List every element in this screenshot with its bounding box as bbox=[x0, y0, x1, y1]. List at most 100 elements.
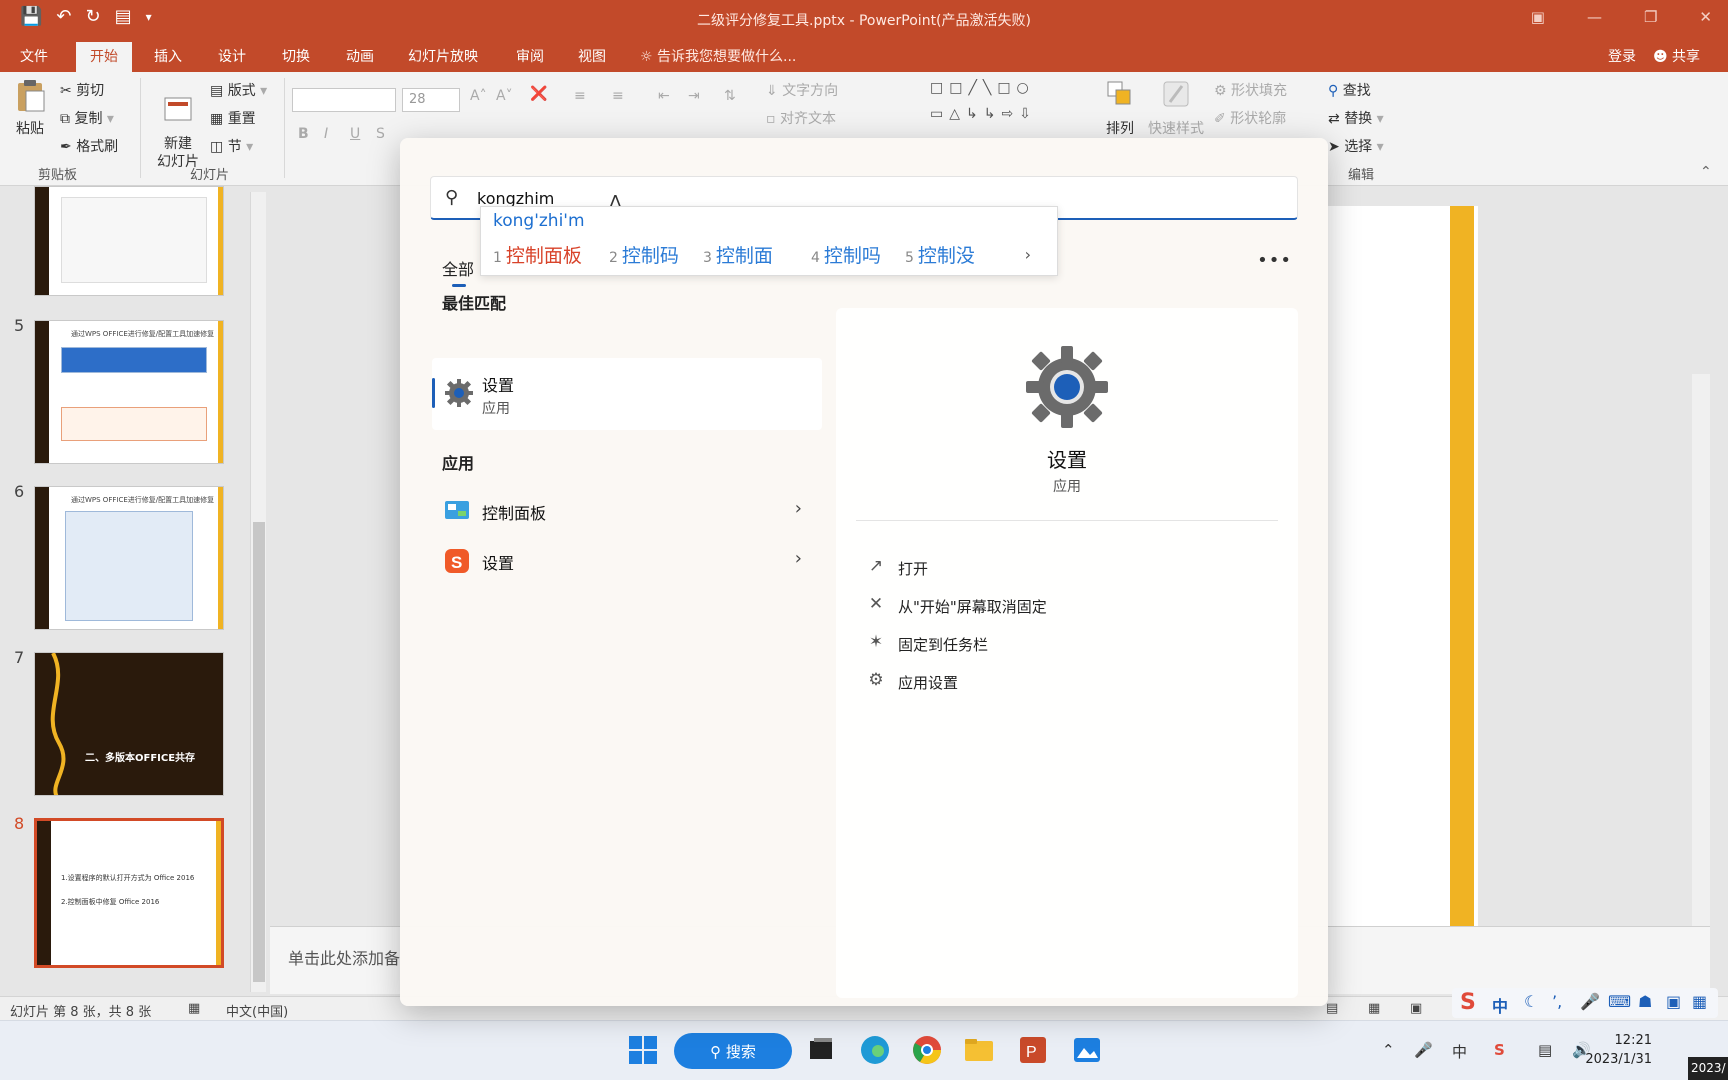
bold-icon[interactable]: B bbox=[298, 126, 309, 142]
numbering-icon[interactable]: ≡ bbox=[612, 88, 624, 104]
ime-mode-indicator[interactable]: 中 bbox=[1492, 993, 1508, 1017]
skin-icon[interactable]: ☗ bbox=[1638, 992, 1652, 1011]
grow-font-icon[interactable]: A˄ bbox=[470, 88, 487, 104]
voice-icon[interactable]: 🎤 bbox=[1580, 992, 1600, 1011]
powerpoint-app-icon[interactable]: P bbox=[1016, 1033, 1050, 1067]
tell-me-box[interactable]: ☼ 告诉我您想要做什么... bbox=[640, 46, 796, 66]
ime-candidate[interactable]: 2 控制码 bbox=[609, 241, 679, 268]
shapes-gallery[interactable]: □□╱╲□○ bbox=[930, 80, 1035, 96]
more-options-icon[interactable]: ••• bbox=[1257, 250, 1292, 271]
tab-slideshow[interactable]: 幻灯片放映 bbox=[408, 46, 478, 66]
format-painter-button[interactable]: ✒ 格式刷 bbox=[60, 136, 118, 156]
language-status[interactable]: 中文(中国) bbox=[226, 1001, 288, 1020]
share-button[interactable]: ☻ 共享 bbox=[1645, 44, 1708, 68]
tab-insert[interactable]: 插入 bbox=[154, 46, 182, 66]
spellcheck-icon[interactable]: ▦ bbox=[188, 1001, 200, 1016]
chevron-right-icon[interactable]: › bbox=[1025, 245, 1031, 264]
app-result-settings[interactable]: S 设置 › bbox=[432, 538, 822, 582]
network-icon[interactable]: ▤ bbox=[1538, 1041, 1552, 1059]
best-match-result[interactable]: 设置 应用 bbox=[432, 358, 822, 430]
ime-candidate[interactable]: 4 控制吗 bbox=[811, 241, 881, 268]
sogou-ime-icon[interactable]: S bbox=[1494, 1041, 1505, 1059]
tab-review[interactable]: 审阅 bbox=[516, 46, 544, 66]
windows-start-icon[interactable] bbox=[626, 1033, 660, 1067]
shapes-gallery-row2[interactable]: ▭△↳↳⇨⇩ bbox=[930, 106, 1037, 122]
toolbox-icon[interactable]: ▦ bbox=[1692, 992, 1707, 1011]
file-explorer-icon[interactable] bbox=[962, 1033, 996, 1067]
login-button[interactable]: 登录 bbox=[1608, 46, 1636, 66]
ribbon-display-icon[interactable]: ▣ bbox=[1531, 8, 1545, 26]
font-name-box[interactable] bbox=[292, 88, 396, 112]
microphone-icon[interactable]: 🎤 bbox=[1414, 1041, 1433, 1059]
bullets-icon[interactable]: ≡ bbox=[574, 88, 586, 104]
chevron-right-icon[interactable]: › bbox=[795, 548, 802, 569]
section-button[interactable]: ◫ 节 ▾ bbox=[210, 136, 253, 156]
minimize-icon[interactable]: — bbox=[1587, 8, 1602, 26]
find-button[interactable]: ⚲ 查找 bbox=[1328, 80, 1371, 100]
collapse-ribbon-icon[interactable]: ⌃ bbox=[1700, 164, 1712, 180]
decrease-indent-icon[interactable]: ⇤ bbox=[658, 88, 670, 104]
text-direction-label: 文字方向 bbox=[782, 83, 839, 99]
close-icon[interactable]: ✕ bbox=[1699, 8, 1712, 26]
clear-format-icon[interactable]: ❌ bbox=[530, 86, 547, 102]
reading-view-icon[interactable]: ▣ bbox=[1410, 1001, 1422, 1016]
font-size-box[interactable]: 28 bbox=[402, 88, 460, 112]
text-direction-button[interactable]: ⇓ 文字方向 bbox=[766, 80, 838, 100]
input-language-indicator[interactable]: 中 bbox=[1452, 1041, 1467, 1062]
replace-button[interactable]: ⇄ 替换 ▾ bbox=[1328, 108, 1384, 128]
show-hidden-icons[interactable]: ⌃ bbox=[1382, 1041, 1395, 1059]
paste-button[interactable]: 粘贴 bbox=[10, 78, 50, 138]
punctuation-icon[interactable]: ’, bbox=[1552, 992, 1562, 1011]
tab-transitions[interactable]: 切换 bbox=[282, 46, 310, 66]
maximize-icon[interactable]: ❐ bbox=[1644, 8, 1657, 26]
shadow-icon[interactable]: S bbox=[376, 126, 385, 142]
moon-icon[interactable]: ☾ bbox=[1524, 992, 1538, 1011]
layout-button[interactable]: ▤ 版式 ▾ bbox=[210, 80, 267, 100]
taskbar-search-button[interactable]: ⚲ 搜索 bbox=[674, 1033, 792, 1069]
full-width-icon[interactable]: ▣ bbox=[1666, 992, 1681, 1011]
underline-icon[interactable]: U bbox=[350, 126, 360, 142]
increase-indent-icon[interactable]: ⇥ bbox=[688, 88, 700, 104]
edge-browser-icon[interactable] bbox=[858, 1033, 892, 1067]
chevron-down-icon: ▾ bbox=[106, 111, 114, 127]
ribbon-separator bbox=[140, 78, 141, 178]
task-view-icon[interactable] bbox=[804, 1033, 838, 1067]
normal-view-icon[interactable]: ▤ bbox=[1326, 1001, 1338, 1016]
sorter-view-icon[interactable]: ▦ bbox=[1368, 1001, 1380, 1016]
shape-outline-button[interactable]: ✐ 形状轮廓 bbox=[1214, 108, 1286, 128]
tab-file[interactable]: 文件 bbox=[20, 46, 48, 66]
tab-design[interactable]: 设计 bbox=[218, 46, 246, 66]
slide-thumbnail-4[interactable] bbox=[34, 186, 224, 296]
shape-fill-button[interactable]: ⚙ 形状填充 bbox=[1214, 80, 1287, 100]
select-button[interactable]: ➤ 选择 ▾ bbox=[1328, 136, 1384, 156]
filter-all-tab[interactable]: 全部 bbox=[442, 256, 474, 280]
ime-candidate[interactable]: 5 控制没 bbox=[905, 241, 975, 268]
slide-thumbnail-8-selected[interactable]: 1.设置程序的默认打开方式为 Office 2016 2.控制面板中修复 Off… bbox=[34, 818, 224, 968]
arrange-button[interactable]: 排列 bbox=[1098, 78, 1142, 138]
ime-candidate[interactable]: 3 控制面 bbox=[703, 241, 773, 268]
cut-button[interactable]: ✂ 剪切 bbox=[60, 80, 104, 100]
slide-thumbnail-6[interactable]: 通过WPS OFFICE进行修复/配置工具加速修复 bbox=[34, 486, 224, 630]
chrome-browser-icon[interactable] bbox=[910, 1033, 944, 1067]
photos-app-icon[interactable] bbox=[1070, 1033, 1104, 1067]
sogou-logo-icon[interactable]: S bbox=[1460, 990, 1476, 1015]
italic-icon[interactable]: I bbox=[324, 126, 328, 142]
align-text-button[interactable]: ▫ 对齐文本 bbox=[766, 108, 836, 128]
keyboard-icon[interactable]: ⌨ bbox=[1608, 992, 1631, 1011]
tab-animations[interactable]: 动画 bbox=[346, 46, 374, 66]
tab-home[interactable]: 开始 bbox=[76, 42, 132, 72]
reset-button[interactable]: ▦ 重置 bbox=[210, 108, 256, 128]
ime-candidate[interactable]: 1 控制面板 bbox=[493, 241, 582, 268]
scrollbar-thumb[interactable] bbox=[253, 522, 265, 982]
line-spacing-icon[interactable]: ⇅ bbox=[724, 88, 736, 104]
quick-styles-button[interactable]: 快速样式 bbox=[1144, 78, 1208, 138]
tab-view[interactable]: 视图 bbox=[578, 46, 606, 66]
slide-thumbnail-5[interactable]: 通过WPS OFFICE进行修复/配置工具加速修复 bbox=[34, 320, 224, 464]
copy-button[interactable]: ⧉ 复制 ▾ bbox=[60, 108, 114, 128]
system-clock[interactable]: 12:21 2023/1/31 bbox=[1585, 1031, 1652, 1069]
chevron-right-icon[interactable]: › bbox=[795, 498, 802, 519]
slide-thumbnail-7[interactable]: 二、多版本OFFICE共存 bbox=[34, 652, 224, 796]
shrink-font-icon[interactable]: A˅ bbox=[496, 88, 513, 104]
thumbnails-scrollbar[interactable] bbox=[250, 192, 266, 992]
app-result-control-panel[interactable]: 控制面板 › bbox=[432, 488, 822, 532]
